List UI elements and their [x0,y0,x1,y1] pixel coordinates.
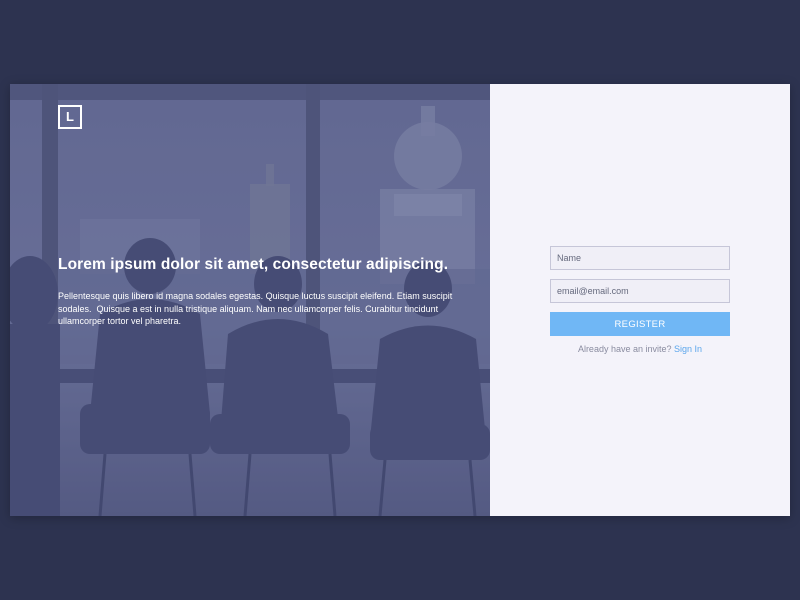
email-input[interactable] [550,279,730,303]
brand-logo-icon[interactable]: L [58,105,82,129]
signin-link[interactable]: Sign In [674,344,702,354]
register-panel: REGISTER Already have an invite? Sign In [490,84,790,516]
invite-text: Already have an invite? [577,344,672,354]
name-input[interactable] [550,246,730,270]
register-button[interactable]: REGISTER [550,312,730,336]
register-card: L Lorem ipsum dolor sit amet, consectetu… [10,84,790,516]
hero-headline: Lorem ipsum dolor sit amet, consectetur … [58,256,449,273]
signin-prompt: Already have an invite? Sign In [550,344,730,354]
register-form: REGISTER Already have an invite? Sign In [550,246,730,354]
hero-panel: L Lorem ipsum dolor sit amet, consectetu… [10,84,490,516]
hero-description: Pellentesque quis libero id magna sodale… [58,291,453,326]
